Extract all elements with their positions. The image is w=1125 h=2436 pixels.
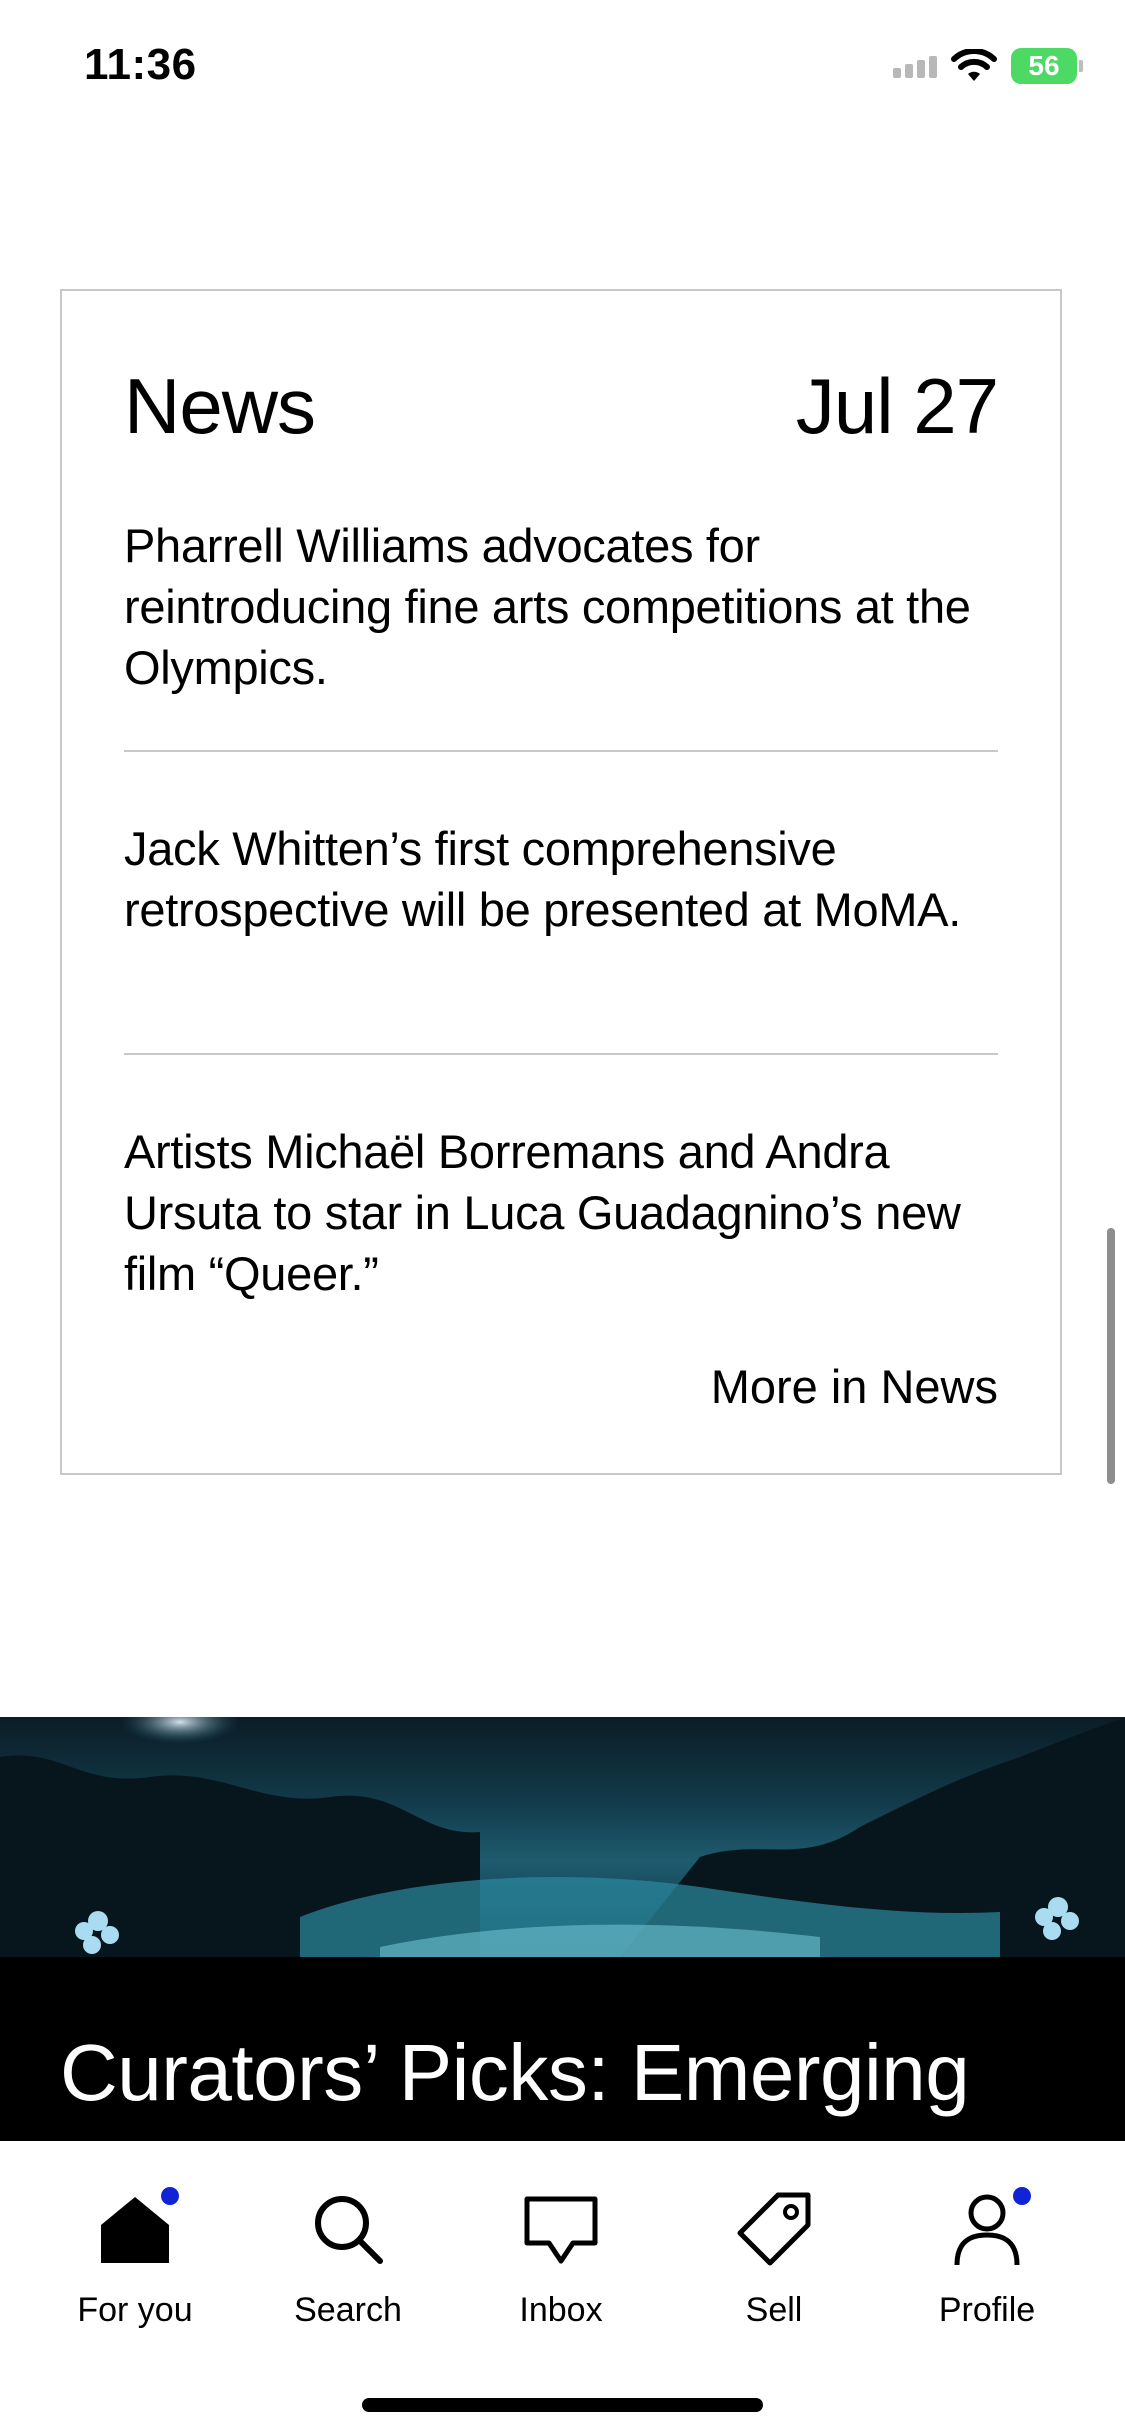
battery-level: 56 xyxy=(1028,50,1060,81)
tag-icon xyxy=(734,2189,814,2269)
divider xyxy=(124,750,998,752)
status-bar: 11:36 56 xyxy=(0,0,1125,140)
tab-label: Search xyxy=(294,2291,402,2329)
tab-bar: For you Search Inbox Sell Profile xyxy=(0,2141,1125,2436)
news-header: News Jul 27 xyxy=(124,361,999,452)
notification-badge xyxy=(1013,2187,1031,2205)
wifi-icon xyxy=(951,49,997,81)
search-icon xyxy=(308,2189,388,2269)
news-title: News xyxy=(124,362,316,450)
tab-label: For you xyxy=(77,2291,193,2329)
divider xyxy=(124,1053,998,1055)
notification-badge xyxy=(161,2187,179,2205)
status-time: 11:36 xyxy=(84,40,197,89)
tab-label: Inbox xyxy=(519,2291,603,2329)
tab-profile[interactable]: Profile xyxy=(897,2187,1077,2330)
battery-icon: 56 xyxy=(1011,48,1083,84)
news-item[interactable]: Pharrell Williams advocates for reintrod… xyxy=(124,515,998,698)
signal-icon xyxy=(893,54,937,78)
feature-artwork-image xyxy=(0,1717,1125,1957)
tab-sell[interactable]: Sell xyxy=(684,2189,864,2330)
home-indicator[interactable] xyxy=(362,2398,763,2412)
scrollbar[interactable] xyxy=(1107,1228,1115,1484)
tab-for-you[interactable]: For you xyxy=(45,2187,225,2330)
news-date: Jul 27 xyxy=(795,362,999,450)
feature-title: Curators’ Picks: Emerging xyxy=(60,2028,970,2117)
more-in-news-link[interactable]: More in News xyxy=(711,1359,998,1414)
tab-label: Profile xyxy=(938,2291,1036,2329)
feature-banner: Curators’ Picks: Emerging xyxy=(0,1957,1125,2141)
news-card: News Jul 27 Pharrell Williams advocates … xyxy=(60,289,1062,1475)
status-icons: 56 xyxy=(893,48,1083,84)
tab-inbox[interactable]: Inbox xyxy=(471,2189,651,2330)
inbox-icon xyxy=(521,2189,601,2269)
tab-search[interactable]: Search xyxy=(258,2189,438,2330)
news-item[interactable]: Artists Michaël Borremans and Andra Ursu… xyxy=(124,1121,998,1304)
profile-icon xyxy=(947,2187,1031,2269)
home-icon xyxy=(95,2187,179,2269)
tab-label: Sell xyxy=(745,2291,803,2329)
curators-picks-feature[interactable]: Curators’ Picks: Emerging xyxy=(0,1717,1125,2141)
news-item[interactable]: Jack Whitten’s first comprehensive retro… xyxy=(124,818,998,940)
